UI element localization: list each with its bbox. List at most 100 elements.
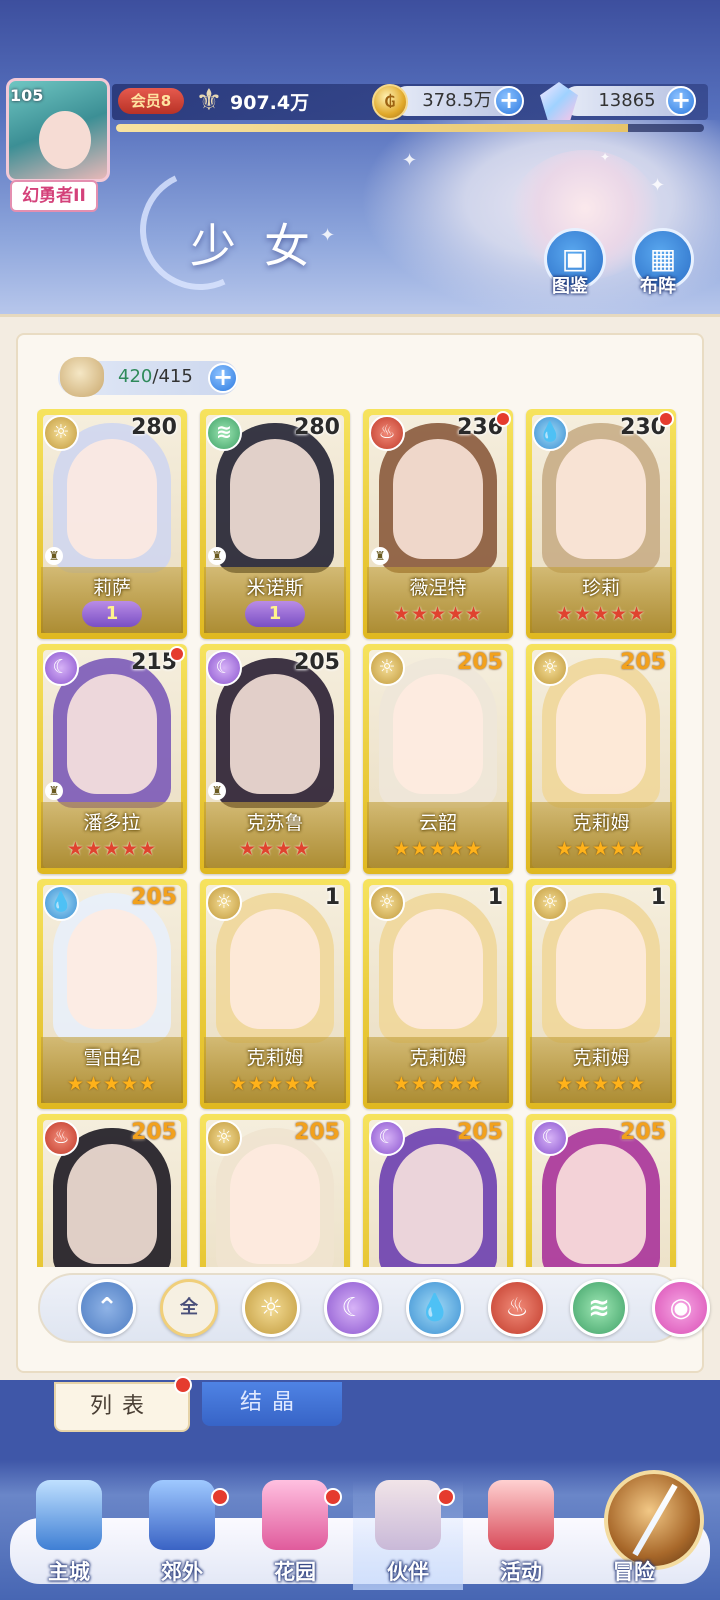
character-name: 薇涅特	[409, 577, 467, 599]
rook-icon: ♜	[208, 782, 226, 800]
castle-icon	[36, 1480, 102, 1550]
character-card[interactable]: ♨ 205	[37, 1114, 187, 1267]
character-name: 米诺斯	[246, 577, 304, 599]
vip-badge[interactable]: 会员8	[118, 88, 184, 114]
page-title: 少女	[190, 219, 338, 273]
notification-dot	[658, 411, 674, 427]
add-capacity-button[interactable]: +	[208, 363, 238, 393]
character-level: 205	[131, 885, 177, 910]
character-name: 克莉姆	[572, 1047, 630, 1069]
character-face-art	[556, 909, 646, 1029]
moon-icon: ☾	[341, 1293, 365, 1323]
character-face-art	[230, 1144, 320, 1264]
heart-icon	[262, 1480, 328, 1550]
rook-icon: ♜	[45, 547, 63, 565]
element-filter-bar: ⌃ 全 ☼ ☾ 💧 ♨ ≋ ◉	[38, 1273, 710, 1343]
chevron-up-icon: ⌃	[96, 1293, 118, 1323]
character-grid: ☼ 280 ♜ 莉萨 1 ≋ 280 ♜ 米诺斯 1 ♨ 236 ♜ 薇涅特 ★★★★★ 💧 230 珍莉 ★★★★…	[37, 409, 693, 1267]
character-level: 205	[620, 1120, 666, 1145]
filter-pink-button[interactable]: ◉	[652, 1279, 710, 1337]
character-card[interactable]: ☾ 215 ♜ 潘多拉 ★★★★★	[37, 644, 187, 874]
tab-crystal[interactable]: 结晶	[202, 1382, 342, 1426]
light-element-icon: ☼	[43, 415, 79, 451]
character-face-art	[67, 909, 157, 1029]
nav-item-4[interactable]: 活动	[466, 1480, 576, 1590]
star-rating: ★★★★★	[229, 1073, 321, 1095]
character-card[interactable]: 💧 230 珍莉 ★★★★★	[526, 409, 676, 639]
notification-dot	[169, 646, 185, 662]
nav-item-3[interactable]: 伙伴	[353, 1480, 463, 1590]
nav-item-1[interactable]: 郊外	[127, 1480, 237, 1590]
character-card[interactable]: ☾ 205	[526, 1114, 676, 1267]
tab-list[interactable]: 列表	[54, 1382, 190, 1432]
rook-icon: ♜	[371, 547, 389, 565]
light-element-icon: ☼	[206, 885, 242, 921]
character-card[interactable]: ☼ 1 克莉姆 ★★★★★	[526, 879, 676, 1109]
character-name: 克莉姆	[246, 1047, 304, 1069]
rook-icon: ♜	[208, 547, 226, 565]
player-level: 105	[10, 86, 44, 105]
star-rating: ★★★★★	[392, 603, 484, 625]
sparkle-icon: ✦	[650, 175, 666, 196]
character-card[interactable]: ☼ 205 云韶 ★★★★★	[363, 644, 513, 874]
character-card[interactable]: ☼ 280 ♜ 莉萨 1	[37, 409, 187, 639]
nav-item-2[interactable]: 花园	[240, 1480, 350, 1590]
star-rating: ★★★★★	[555, 1073, 647, 1095]
star-rating: ★★★★★	[555, 838, 647, 860]
character-name: 克莉姆	[409, 1047, 467, 1069]
star-rating: ★★★★★	[392, 838, 484, 860]
power-crest-icon: ⚜	[195, 83, 223, 118]
filter-fire-button[interactable]: ♨	[488, 1279, 546, 1337]
wind-icon: ≋	[588, 1293, 610, 1323]
partner-portrait-icon	[375, 1480, 441, 1550]
character-level: 1	[487, 885, 503, 910]
character-card[interactable]: ☼ 1 克莉姆 ★★★★★	[363, 879, 513, 1109]
character-card[interactable]: ♨ 236 ♜ 薇涅特 ★★★★★	[363, 409, 513, 639]
formation-label: 布阵	[640, 276, 676, 297]
character-face-art	[230, 674, 320, 794]
dark-element-icon: ☾	[532, 1120, 568, 1156]
character-face-art	[556, 439, 646, 559]
filter-water-button[interactable]: 💧	[406, 1279, 464, 1337]
character-card[interactable]: ≋ 280 ♜ 米诺斯 1	[200, 409, 350, 639]
star-rating: ★★★★★	[66, 838, 158, 860]
nav-label: 主城	[48, 1560, 90, 1584]
capacity-current: 420	[118, 366, 153, 387]
filter-light-button[interactable]: ☼	[242, 1279, 300, 1337]
character-face-art	[230, 909, 320, 1029]
character-level: 205	[131, 1120, 177, 1145]
light-element-icon: ☼	[369, 650, 405, 686]
fire-jar-icon: ♨	[505, 1293, 529, 1323]
character-card[interactable]: 💧 205 雪由纪 ★★★★★	[37, 879, 187, 1109]
add-gem-button[interactable]: +	[666, 86, 696, 116]
character-card[interactable]: ☼ 205	[200, 1114, 350, 1267]
character-card[interactable]: ☾ 205	[363, 1114, 513, 1267]
character-face-art	[393, 1144, 483, 1264]
dark-element-icon: ☾	[369, 1120, 405, 1156]
filter-all-button[interactable]: 全	[160, 1279, 218, 1337]
add-gold-button[interactable]: +	[494, 86, 524, 116]
character-card[interactable]: ☾ 205 ♜ 克苏鲁 ★★★★	[200, 644, 350, 874]
nav-item-5[interactable]: 冒险	[579, 1480, 689, 1590]
character-level: 205	[294, 650, 340, 675]
character-card[interactable]: ☼ 205 克莉姆 ★★★★★	[526, 644, 676, 874]
sparkle-icon: ✦	[600, 150, 611, 164]
filter-dark-button[interactable]: ☾	[324, 1279, 382, 1337]
star-rating: ★★★★	[238, 838, 312, 860]
light-element-icon: ☼	[369, 885, 405, 921]
wind-element-icon: ≋	[206, 415, 242, 451]
notification-dot	[174, 1376, 192, 1394]
character-card[interactable]: ☼ 1 克莉姆 ★★★★★	[200, 879, 350, 1109]
character-level: 1	[650, 885, 666, 910]
character-face-art	[67, 674, 157, 794]
compass-star-icon	[149, 1480, 215, 1550]
water-drop-icon: 💧	[418, 1293, 452, 1323]
avatar-face	[39, 111, 91, 169]
nav-item-0[interactable]: 主城	[14, 1480, 124, 1590]
character-level: 280	[131, 415, 177, 440]
filter-wind-button[interactable]: ≋	[570, 1279, 628, 1337]
character-level: 1	[324, 885, 340, 910]
character-panel: 420/415 + ☼ 280 ♜ 莉萨 1 ≋ 280 ♜ 米诺斯 1 ♨ 236 ♜ 薇涅特 ★★★★★…	[0, 314, 720, 1380]
filter-back-button[interactable]: ⌃	[78, 1279, 136, 1337]
character-level: 205	[620, 650, 666, 675]
